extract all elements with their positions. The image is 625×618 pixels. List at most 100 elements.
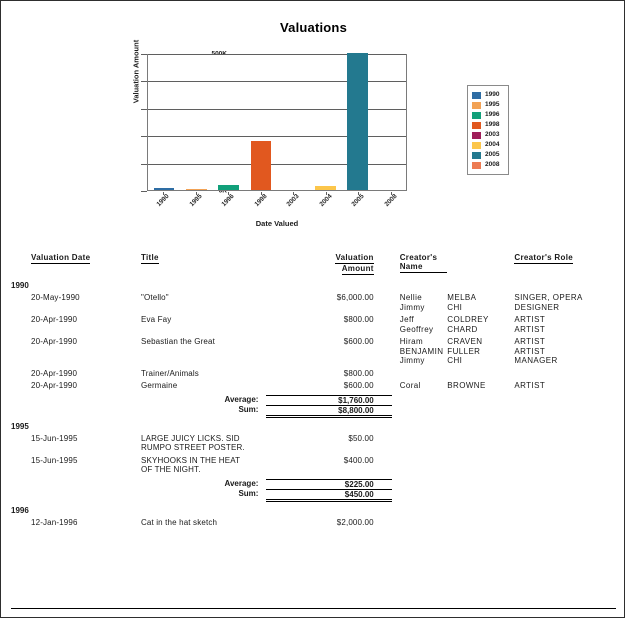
chart-legend: 1990 1995 1996 1998 2003 2004 2005 2008 xyxy=(467,85,509,175)
sum-tail xyxy=(392,489,624,500)
legend-swatch-icon xyxy=(472,121,481,129)
cell-valuation-date: 20-Apr-1990 xyxy=(31,315,78,324)
legend-item-label: 2004 xyxy=(485,140,500,148)
cell-title: Sebastian the Great xyxy=(140,337,215,346)
average-value: $225.00 xyxy=(266,478,392,489)
group-header-row: 1990 xyxy=(1,277,624,290)
cell-creator-role xyxy=(514,515,624,528)
cell-creator-last-name xyxy=(447,453,514,475)
legend-item-label: 1995 xyxy=(485,100,500,108)
legend-swatch-icon xyxy=(472,141,481,149)
table-header-row: Valuation Date Title Valuation Amount Creato… xyxy=(1,253,624,277)
x-tick-label: 1990 xyxy=(155,192,171,209)
cell-valuation-amount: $6,000.00 xyxy=(336,293,374,302)
cell-creator-role: ARTIST xyxy=(514,381,546,390)
sum-spacer xyxy=(1,405,141,416)
average-label: Average: xyxy=(224,479,259,488)
legend-item[interactable]: 1990 xyxy=(472,90,505,100)
cell-creator-last-name: CRAVEN FULLER CHI xyxy=(447,337,483,365)
cell-creator-last-name xyxy=(447,515,514,528)
cell-creator-role xyxy=(514,453,624,475)
x-tick: 1996 xyxy=(212,192,245,218)
legend-item[interactable]: 2004 xyxy=(472,140,505,150)
cell-valuation-date: 12-Jan-1996 xyxy=(31,517,78,527)
cell-valuation-amount: $800.00 xyxy=(343,315,374,324)
legend-item[interactable]: 2005 xyxy=(472,150,505,160)
cell-valuation-amount: $2,000.00 xyxy=(336,517,374,527)
group-year-label: 1995 xyxy=(11,421,29,431)
x-tick: 1990 xyxy=(147,192,180,218)
legend-item[interactable]: 1995 xyxy=(472,100,505,110)
header-title: Title xyxy=(140,253,266,277)
chart-bar[interactable] xyxy=(347,53,368,190)
header-label-line: Creator's Role xyxy=(514,253,573,264)
cell-creator-first-name xyxy=(392,366,448,379)
chart-bar[interactable] xyxy=(153,187,175,190)
table-row[interactable]: 20-May-1990 "Otello" $6,000.00 Nellie Jimmy… xyxy=(1,290,624,312)
report-page: Valuations Valuation Amount 0K100K200K30… xyxy=(0,0,625,618)
x-tick-label: 1998 xyxy=(253,192,269,209)
cell-valuation-amount: $600.00 xyxy=(343,381,374,390)
bar-slot xyxy=(180,55,212,190)
group-header-row: 1996 xyxy=(1,500,624,515)
table-row[interactable]: 15-Jun-1995 SKYHOOKS IN THE HEAT OF THE N… xyxy=(1,453,624,475)
legend-item-label: 1990 xyxy=(485,90,500,98)
table-row[interactable]: 20-Apr-1990 Eva Fay $800.00 Jeff Geoffrey CO… xyxy=(1,312,624,334)
cell-title: Eva Fay xyxy=(140,315,172,324)
average-spacer xyxy=(1,395,141,405)
average-tail xyxy=(392,479,624,489)
cell-valuation-amount: $400.00 xyxy=(343,455,374,465)
legend-item-label: 2008 xyxy=(485,160,500,168)
legend-item-label: 1998 xyxy=(485,120,500,128)
average-row: Average: $225.00 xyxy=(1,478,624,489)
chart-x-axis-ticks: 1990 1995 1996 1998 2003 2004 2005 2008 xyxy=(147,192,407,218)
table-row[interactable]: 15-Jun-1995 LARGE JUICY LICKS. SID RUMPO … xyxy=(1,431,624,453)
average-row: Average: $1,760.00 xyxy=(1,394,624,405)
chart-bar[interactable] xyxy=(218,185,239,190)
x-tick: 1995 xyxy=(180,192,213,218)
legend-item[interactable]: 1996 xyxy=(472,110,505,120)
bar-slot xyxy=(148,55,180,190)
x-tick-label: 2005 xyxy=(350,192,366,209)
cell-valuation-date: 20-Apr-1990 xyxy=(31,337,78,346)
bar-slot xyxy=(309,55,341,190)
sum-tail xyxy=(392,405,624,416)
legend-item-label: 1996 xyxy=(485,110,500,118)
page-title: Valuations xyxy=(279,20,348,35)
table-row[interactable]: 20-Apr-1990 Germaine $600.00 Coral BROWNE ART… xyxy=(1,378,624,391)
cell-creator-role xyxy=(514,366,624,379)
legend-swatch-icon xyxy=(472,131,481,139)
x-tick-label: 1996 xyxy=(220,192,236,209)
cell-valuation-date: 15-Jun-1995 xyxy=(31,455,78,465)
header-label-line: Valuation xyxy=(335,253,374,264)
cell-creator-last-name xyxy=(447,431,514,453)
legend-item-label: 2005 xyxy=(485,150,500,158)
x-tick: 2004 xyxy=(310,192,343,218)
table-row[interactable]: 20-Apr-1990 Trainer/Animals $800.00 xyxy=(1,366,624,379)
chart-bar[interactable] xyxy=(186,188,207,190)
cell-creator-last-name: MELBA CHI xyxy=(447,293,477,312)
legend-item[interactable]: 1998 xyxy=(472,120,505,130)
cell-creator-role xyxy=(514,431,624,453)
cell-title: Cat in the hat sketch xyxy=(140,517,218,527)
cell-creator-last-name xyxy=(447,366,514,379)
header-label-line: Title xyxy=(140,253,159,264)
header-valuation-amount: Valuation Amount xyxy=(266,253,391,277)
legend-item[interactable]: 2003 xyxy=(472,130,505,140)
average-tail xyxy=(392,395,624,405)
table-row[interactable]: 12-Jan-1996 Cat in the hat sketch $2,000.0… xyxy=(1,515,624,528)
chart-bar[interactable] xyxy=(315,185,336,190)
bar-slot xyxy=(277,55,309,190)
table-row[interactable]: 20-Apr-1990 Sebastian the Great $600.00 Hir… xyxy=(1,334,624,366)
chart-bar[interactable] xyxy=(250,140,272,190)
cell-valuation-amount: $50.00 xyxy=(348,433,374,443)
legend-item[interactable]: 2008 xyxy=(472,160,505,170)
sum-label: Sum: xyxy=(238,489,259,498)
bar-slot xyxy=(213,55,245,190)
cell-creator-role: SINGER, OPERA DESIGNER xyxy=(514,293,583,312)
header-valuation-date: Valuation Date xyxy=(1,253,141,277)
average-value: $1,760.00 xyxy=(266,394,392,405)
cell-creator-last-name: COLDREY CHARD xyxy=(447,315,489,334)
footer-rule xyxy=(11,608,616,610)
x-tick-label: 2008 xyxy=(383,192,399,209)
